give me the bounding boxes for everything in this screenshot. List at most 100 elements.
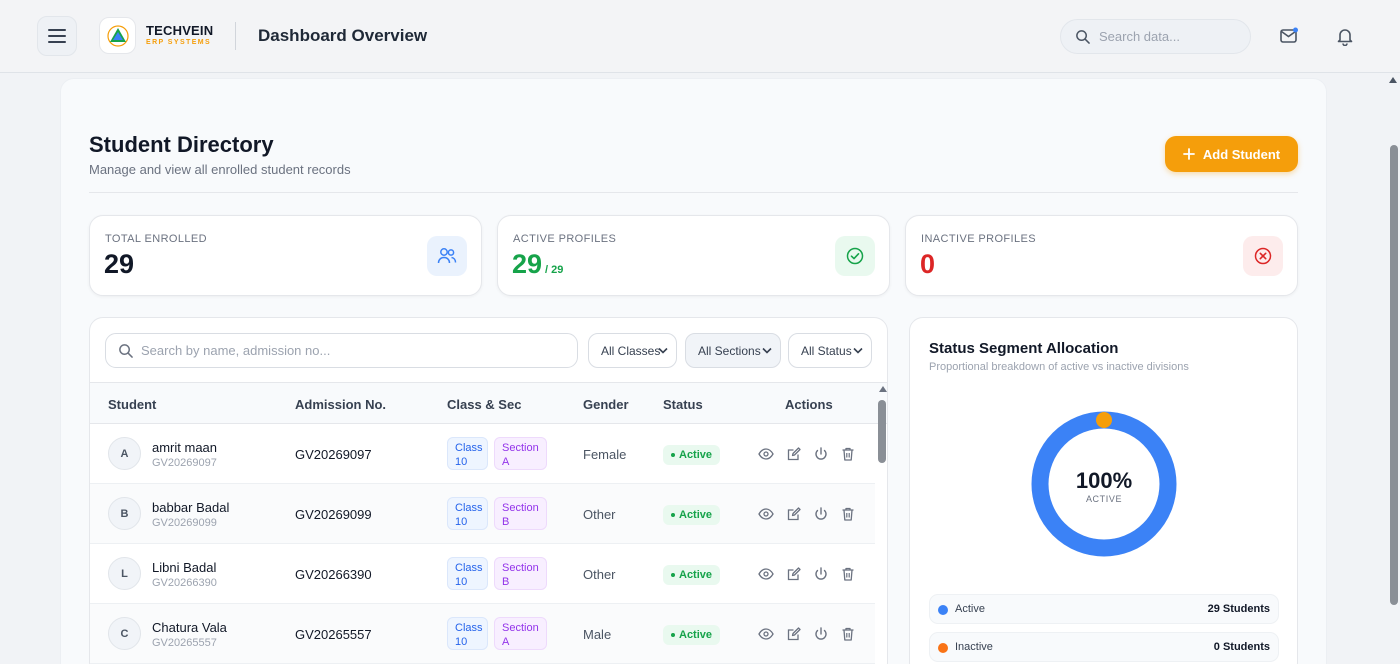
stat-label: INACTIVE PROFILES bbox=[921, 233, 1036, 245]
table-row[interactable]: B babbar Badal GV20269099 GV20269099 Cla… bbox=[90, 484, 875, 544]
stat-label: TOTAL ENROLLED bbox=[105, 233, 207, 245]
legend-dot bbox=[938, 605, 948, 615]
gender: Other bbox=[583, 507, 616, 522]
avatar: L bbox=[108, 557, 141, 590]
hamburger-icon bbox=[48, 29, 66, 43]
stat-total-enrolled: TOTAL ENROLLED 29 bbox=[89, 215, 482, 296]
search-icon bbox=[1076, 30, 1090, 44]
student-search-placeholder: Search by name, admission no... bbox=[141, 343, 331, 358]
mail-icon bbox=[1280, 27, 1298, 43]
section-divider bbox=[89, 192, 1298, 193]
view-icon[interactable] bbox=[758, 626, 774, 642]
legend-item-inactive: Inactive 0 Students bbox=[929, 632, 1279, 662]
gender: Other bbox=[583, 567, 616, 582]
search-placeholder: Search data... bbox=[1099, 29, 1180, 44]
legend-value: 0 Students bbox=[1213, 641, 1270, 653]
stat-value: 29 bbox=[104, 249, 135, 279]
view-icon[interactable] bbox=[758, 446, 774, 462]
student-table-panel: Search by name, admission no... All Clas… bbox=[89, 317, 888, 664]
column-class-sec: Class & Sec bbox=[447, 397, 522, 412]
global-search-input[interactable]: Search data... bbox=[1060, 19, 1251, 54]
class-filter-select[interactable]: All Classes bbox=[588, 333, 677, 368]
class-chip: Class 10 bbox=[447, 557, 488, 590]
legend-name: Active bbox=[955, 603, 985, 615]
student-id: GV20269099 bbox=[152, 517, 217, 529]
table-row[interactable]: L Libni Badal GV20266390 GV20266390 Clas… bbox=[90, 544, 875, 604]
stat-inactive-profiles: INACTIVE PROFILES 0 bbox=[905, 215, 1298, 296]
gender: Female bbox=[583, 447, 627, 462]
search-icon bbox=[119, 344, 133, 358]
page-scroll-thumb[interactable] bbox=[1390, 145, 1398, 605]
trash-icon[interactable] bbox=[840, 446, 856, 462]
users-icon bbox=[427, 236, 467, 276]
bell-icon bbox=[1337, 28, 1353, 46]
power-icon[interactable] bbox=[813, 446, 829, 462]
page-title: Dashboard Overview bbox=[258, 26, 428, 45]
edit-icon[interactable] bbox=[786, 446, 802, 462]
student-name: Libni Badal bbox=[152, 560, 217, 575]
menu-button[interactable] bbox=[37, 16, 77, 56]
brand-name: TECHVEIN bbox=[146, 23, 214, 38]
table-row[interactable]: C Chatura Vala GV20265557 GV20265557 Cla… bbox=[90, 604, 875, 664]
check-circle-icon bbox=[835, 236, 875, 276]
page-scroll-up-icon[interactable] bbox=[1389, 77, 1397, 83]
power-icon[interactable] bbox=[813, 566, 829, 582]
class-chip: Class 10 bbox=[447, 437, 488, 470]
add-student-button[interactable]: Add Student bbox=[1165, 136, 1298, 172]
trash-icon[interactable] bbox=[840, 506, 856, 522]
status-filter-value: All Status bbox=[801, 343, 852, 358]
donut-percentage: 100% bbox=[1075, 468, 1133, 493]
column-actions: Actions bbox=[785, 397, 833, 412]
student-id: GV20269097 bbox=[152, 457, 217, 469]
avatar: C bbox=[108, 617, 141, 650]
notifications-button[interactable] bbox=[1333, 24, 1357, 48]
view-icon[interactable] bbox=[758, 506, 774, 522]
admission-number: GV20269097 bbox=[295, 447, 372, 462]
trash-icon[interactable] bbox=[840, 626, 856, 642]
avatar: B bbox=[108, 497, 141, 530]
column-status: Status bbox=[663, 397, 703, 412]
table-row[interactable]: A amrit maan GV20269097 GV20269097 Class… bbox=[90, 424, 875, 484]
section-filter-select[interactable]: All Sections bbox=[685, 333, 781, 368]
trash-icon[interactable] bbox=[840, 566, 856, 582]
class-chip: Class 10 bbox=[447, 617, 488, 650]
column-admission: Admission No. bbox=[295, 397, 387, 412]
section-chip: Section B bbox=[494, 557, 547, 590]
stat-active-profiles: ACTIVE PROFILES 29/ 29 bbox=[497, 215, 890, 296]
status-filter-select[interactable]: All Status bbox=[788, 333, 872, 368]
table-scrollbar[interactable] bbox=[875, 384, 887, 664]
avatar: A bbox=[108, 437, 141, 470]
messages-button[interactable] bbox=[1277, 24, 1301, 48]
power-icon[interactable] bbox=[813, 506, 829, 522]
status-badge: Active bbox=[663, 565, 721, 585]
table-scroll-thumb[interactable] bbox=[878, 400, 886, 463]
header-divider bbox=[235, 22, 236, 50]
edit-icon[interactable] bbox=[786, 566, 802, 582]
plus-icon bbox=[1182, 148, 1195, 160]
edit-icon[interactable] bbox=[786, 506, 802, 522]
column-student: Student bbox=[108, 397, 157, 412]
top-bar: TECHVEIN ERP SYSTEMS Dashboard Overview … bbox=[0, 0, 1400, 73]
scroll-up-arrow-icon[interactable] bbox=[879, 386, 887, 392]
edit-icon[interactable] bbox=[786, 626, 802, 642]
section-chip: Section B bbox=[494, 497, 547, 530]
column-gender: Gender bbox=[583, 397, 629, 412]
chevron-down-icon bbox=[762, 347, 772, 354]
student-search-input[interactable]: Search by name, admission no... bbox=[105, 333, 578, 368]
x-circle-icon bbox=[1243, 236, 1283, 276]
status-badge: Active bbox=[663, 505, 721, 525]
stat-label: ACTIVE PROFILES bbox=[513, 233, 617, 245]
legend-item-active: Active 29 Students bbox=[929, 594, 1279, 624]
add-student-label: Add Student bbox=[1202, 146, 1281, 162]
status-panel-title: Status Segment Allocation bbox=[929, 340, 1119, 357]
view-icon[interactable] bbox=[758, 566, 774, 582]
admission-number: GV20269099 bbox=[295, 507, 372, 522]
donut-handle bbox=[1096, 412, 1112, 428]
status-allocation-panel: Status Segment Allocation Proportional b… bbox=[909, 317, 1298, 664]
table-header: Student Admission No. Class & Sec Gender… bbox=[90, 382, 887, 424]
page-scrollbar[interactable] bbox=[1386, 73, 1400, 664]
power-icon[interactable] bbox=[813, 626, 829, 642]
stat-sub: / 29 bbox=[545, 264, 564, 276]
stat-value: 29/ 29 bbox=[512, 249, 564, 279]
admission-number: GV20266390 bbox=[295, 567, 372, 582]
